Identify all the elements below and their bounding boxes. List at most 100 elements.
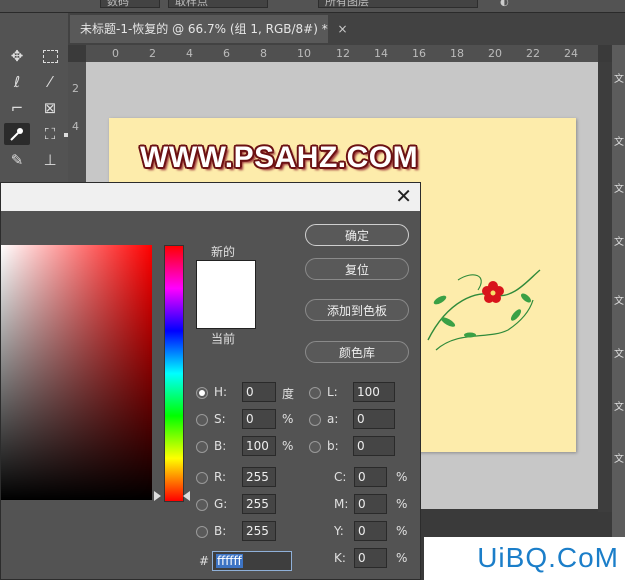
ruler-tick: 12 <box>336 47 350 60</box>
sample-point-select[interactable]: 取样点 <box>168 0 268 8</box>
panel-glyph[interactable]: 文 <box>614 292 624 307</box>
ruler-tick: 22 <box>526 47 540 60</box>
lasso-tool-icon[interactable]: ℓ <box>4 71 30 93</box>
saturation-brightness-field[interactable] <box>1 245 152 500</box>
hue-unit: 度 <box>282 387 295 401</box>
vertical-scrollbar[interactable] <box>598 62 612 512</box>
hue-slider-left-handle-icon[interactable] <box>154 491 161 501</box>
hex-value: ffffff <box>216 554 243 568</box>
panel-glyph[interactable]: 文 <box>614 233 624 248</box>
radio-brightness[interactable] <box>196 441 208 453</box>
ruler-horizontal: 0 2 4 6 8 10 12 14 16 18 20 22 24 <box>86 45 598 63</box>
radio-red[interactable] <box>196 472 208 484</box>
ruler-tick: 6 <box>223 47 230 60</box>
lab-a-label: a: <box>327 412 339 426</box>
hex-label: # <box>199 554 210 568</box>
document-tab[interactable]: 未标题-1-恢复的 @ 66.7% (组 1, RGB/8#) * × <box>70 15 348 43</box>
hue-slider[interactable] <box>164 245 184 502</box>
brush-tool-icon[interactable]: ✎ <box>4 149 30 171</box>
radio-green[interactable] <box>196 499 208 511</box>
current-color-label: 当前 <box>211 332 236 346</box>
close-icon[interactable]: ✕ <box>395 185 412 207</box>
radio-lab-l[interactable] <box>309 387 321 399</box>
magenta-input[interactable]: 0 <box>354 494 387 514</box>
hue-label: H: <box>214 385 228 399</box>
lab-a-input[interactable]: 0 <box>353 409 395 429</box>
ok-button[interactable]: 确定 <box>305 224 409 246</box>
cyan-label: C: <box>334 470 347 484</box>
panel-glyph[interactable]: 文 <box>614 70 624 85</box>
color-libraries-button[interactable]: 颜色库 <box>305 341 409 363</box>
ruler-tick: 2 <box>72 82 79 95</box>
site-watermark: UiBQ.CoM <box>477 542 619 573</box>
crop-tool-icon[interactable]: ⌐ <box>4 97 30 119</box>
sample-layers-select[interactable]: 所有图层 <box>318 0 478 8</box>
new-color-label: 新的 <box>211 245 236 259</box>
black-label: K: <box>334 551 346 565</box>
lab-b-input[interactable]: 0 <box>353 436 395 456</box>
brightness-unit: % <box>282 439 294 453</box>
lab-l-input[interactable]: 100 <box>353 382 395 402</box>
radio-lab-b[interactable] <box>309 441 321 453</box>
yellow-label: Y: <box>334 524 344 538</box>
options-bar: 数码 取样点 所有图层 ◐ <box>0 0 625 13</box>
ruler-tick: 2 <box>149 47 156 60</box>
panel-glyph[interactable]: 文 <box>614 133 624 148</box>
blue-label: B: <box>214 524 227 538</box>
new-color-swatch <box>196 260 256 329</box>
marquee-tool-icon[interactable] <box>37 45 63 67</box>
hex-input[interactable]: ffffff <box>212 551 292 571</box>
black-unit: % <box>396 551 408 565</box>
radio-hue[interactable] <box>196 387 208 399</box>
black-input[interactable]: 0 <box>354 548 387 568</box>
red-label: R: <box>214 470 227 484</box>
panel-glyph[interactable]: 文 <box>614 180 624 195</box>
cyan-input[interactable]: 0 <box>354 467 387 487</box>
saturation-unit: % <box>282 412 294 426</box>
color-picker-dialog: ✕ 新的 当前 确定 复位 添加到色板 颜色库 H: 0 度 S: 0 % B:… <box>0 182 421 580</box>
hue-slider-right-handle-icon[interactable] <box>183 491 190 501</box>
magenta-label: M: <box>334 497 349 511</box>
ruler-tick: 4 <box>72 120 79 133</box>
reset-button[interactable]: 复位 <box>305 258 409 280</box>
lab-l-label: L: <box>327 385 338 399</box>
ruler-tick: 24 <box>564 47 578 60</box>
healing-brush-tool-icon[interactable]: ⛶ <box>37 123 63 145</box>
green-input[interactable]: 255 <box>242 494 276 514</box>
document-tab-title: 未标题-1-恢复的 @ 66.7% (组 1, RGB/8#) * <box>80 22 328 36</box>
blue-input[interactable]: 255 <box>242 521 276 541</box>
radio-blue[interactable] <box>196 526 208 538</box>
add-to-swatches-button[interactable]: 添加到色板 <box>305 299 409 321</box>
ruler-tick: 18 <box>450 47 464 60</box>
panel-glyph[interactable]: 文 <box>614 450 624 465</box>
sample-size-select[interactable]: 数码 <box>100 0 160 8</box>
cyan-unit: % <box>396 470 408 484</box>
ruler-tick: 0 <box>112 47 119 60</box>
saturation-input[interactable]: 0 <box>242 409 276 429</box>
radio-lab-a[interactable] <box>309 414 321 426</box>
hue-input[interactable]: 0 <box>242 382 276 402</box>
panel-glyph[interactable]: 文 <box>614 398 624 413</box>
ruler-tick: 4 <box>186 47 193 60</box>
magic-wand-tool-icon[interactable]: ⁄ <box>37 71 63 93</box>
tab-close-icon[interactable]: × <box>338 22 348 36</box>
red-input[interactable]: 255 <box>242 467 276 487</box>
dialog-title-bar[interactable]: ✕ <box>1 183 420 211</box>
canvas-watermark-text: WWW.PSAHZ.COM <box>140 141 419 174</box>
radio-saturation[interactable] <box>196 414 208 426</box>
yellow-input[interactable]: 0 <box>354 521 387 541</box>
panel-glyph[interactable]: 文 <box>614 345 624 360</box>
brightness-label: B: <box>214 439 227 453</box>
green-label: G: <box>214 497 228 511</box>
settings-icon[interactable]: ◐ <box>500 0 509 8</box>
ruler-tick: 8 <box>260 47 267 60</box>
saturation-label: S: <box>214 412 226 426</box>
stamp-tool-icon[interactable]: ⊥ <box>37 149 63 171</box>
move-tool-icon[interactable]: ✥ <box>4 45 30 67</box>
yellow-unit: % <box>396 524 408 538</box>
eyedropper-tool-icon[interactable] <box>4 123 30 145</box>
brightness-input[interactable]: 100 <box>242 436 276 456</box>
frame-tool-icon[interactable]: ⊠ <box>37 97 63 119</box>
magenta-unit: % <box>396 497 408 511</box>
ruler-tick: 14 <box>374 47 388 60</box>
